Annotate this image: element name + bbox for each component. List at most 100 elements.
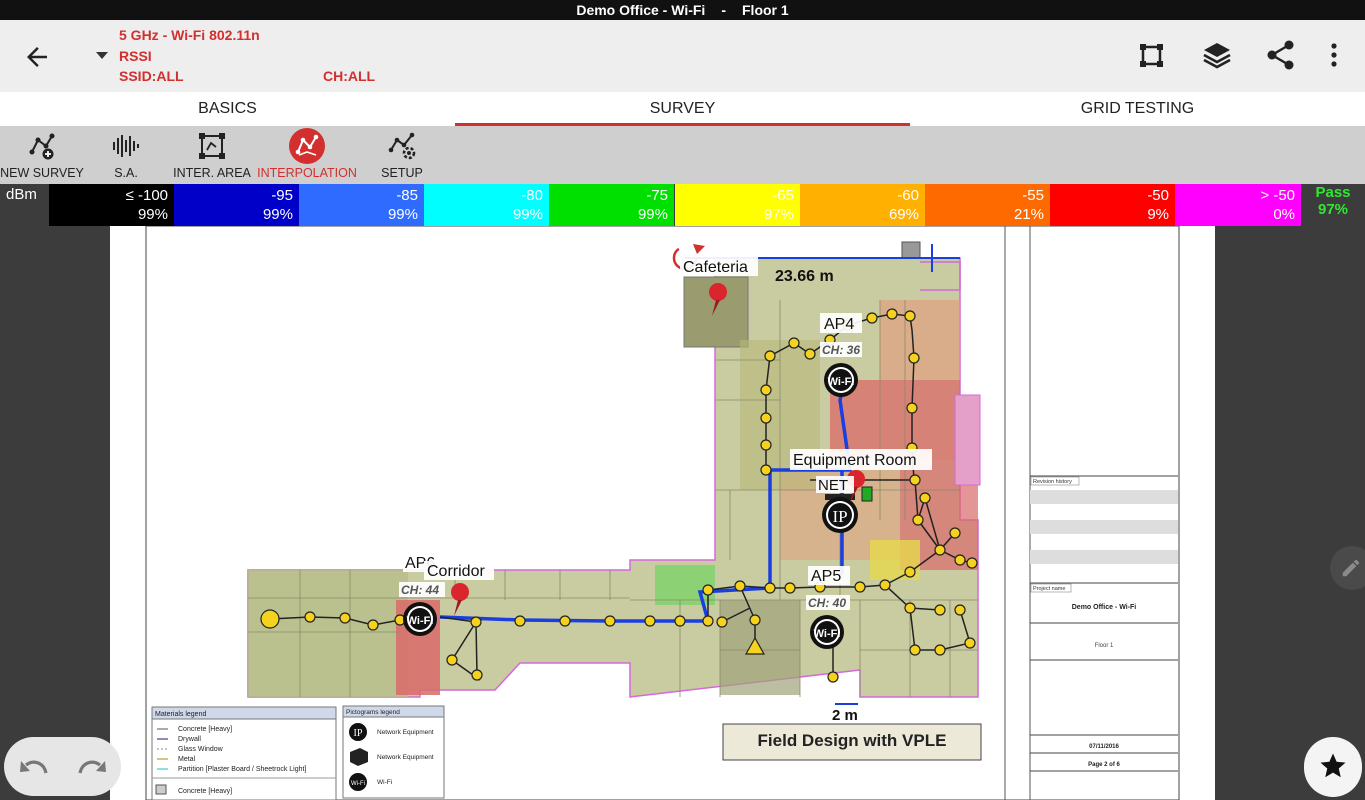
survey-point[interactable]	[760, 384, 772, 396]
title-separator: -	[721, 2, 726, 18]
survey-point[interactable]	[934, 544, 946, 556]
app-bar: 5 GHz - Wi-Fi 802.11n RSSI SSID:ALL CH:A…	[0, 20, 1365, 92]
survey-point[interactable]	[760, 412, 772, 424]
tab-basics[interactable]: BASICS	[0, 92, 455, 126]
legend-percent: 21%	[1013, 206, 1044, 223]
ap6-wifi-glyph: Wi-Fi	[407, 615, 434, 627]
survey-point[interactable]	[879, 579, 891, 591]
survey-point[interactable]	[886, 308, 898, 320]
redo-icon[interactable]	[74, 751, 108, 781]
survey-point[interactable]	[904, 566, 916, 578]
survey-point[interactable]	[702, 615, 714, 627]
survey-point[interactable]	[964, 637, 976, 649]
survey-point[interactable]	[471, 669, 483, 681]
survey-point[interactable]	[304, 611, 316, 623]
legend-cell: -55 21%	[925, 184, 1050, 226]
survey-point[interactable]	[966, 557, 978, 569]
project-name-value: Demo Office - Wi-Fi	[1072, 604, 1137, 611]
survey-point[interactable]	[912, 514, 924, 526]
survey-point[interactable]	[949, 527, 961, 539]
ap4-wifi-glyph: Wi-Fi	[828, 376, 855, 388]
survey-point[interactable]	[644, 615, 656, 627]
survey-point[interactable]	[866, 312, 878, 324]
legend-dbm: -50	[1147, 187, 1169, 204]
survey-point[interactable]	[446, 654, 458, 666]
survey-point[interactable]	[604, 615, 616, 627]
undo-icon[interactable]	[18, 751, 52, 781]
setup-button[interactable]: SETUP	[376, 126, 428, 184]
legend-ip-glyph: IP	[354, 728, 363, 739]
distance-top-label: 23.66 m	[775, 268, 834, 285]
floor-plan-canvas[interactable]: Wi-Fi Wi-Fi Wi-Fi IP Cafeteria 23.66 m A…	[110, 226, 1215, 800]
survey-point[interactable]	[760, 464, 772, 476]
materials-legend-title: Materials legend	[155, 711, 206, 718]
survey-point[interactable]	[559, 615, 571, 627]
survey-point[interactable]	[716, 616, 728, 628]
band-dropdown-arrow-icon[interactable]	[96, 52, 108, 59]
survey-point[interactable]	[909, 474, 921, 486]
survey-point[interactable]	[908, 352, 920, 364]
survey-point[interactable]	[734, 580, 746, 592]
survey-point[interactable]	[827, 671, 839, 683]
legend-dbm: -60	[897, 187, 919, 204]
survey-point[interactable]	[760, 439, 772, 451]
layers-icon[interactable]	[1200, 38, 1234, 72]
pass-indicator: Pass 97%	[1308, 184, 1358, 218]
survey-point[interactable]	[909, 644, 921, 656]
ap4-label: AP4	[824, 316, 854, 333]
undo-redo-pill	[4, 737, 121, 796]
survey-point[interactable]	[514, 615, 526, 627]
survey-point[interactable]	[904, 602, 916, 614]
survey-point[interactable]	[702, 584, 714, 596]
survey-point[interactable]	[749, 614, 761, 626]
inter-area-button[interactable]: INTER. AREA	[170, 126, 254, 184]
survey-point[interactable]	[367, 619, 379, 631]
legend-wifi-glyph: Wi-Fi	[351, 781, 365, 787]
new-survey-label: NEW SURVEY	[0, 166, 84, 180]
ap6-wifi-icon[interactable]: Wi-Fi	[403, 602, 437, 636]
interpolation-label: INTERPOLATION	[257, 166, 357, 180]
favorite-button[interactable]	[1304, 737, 1362, 797]
survey-point[interactable]	[954, 554, 966, 566]
legend-cell: -60 69%	[800, 184, 925, 226]
interpolation-button[interactable]: INTERPOLATION	[256, 126, 358, 184]
survey-point[interactable]	[764, 350, 776, 362]
survey-point[interactable]	[934, 644, 946, 656]
survey-point[interactable]	[804, 348, 816, 360]
survey-point[interactable]	[788, 337, 800, 349]
survey-point[interactable]	[339, 612, 351, 624]
metric-label[interactable]: RSSI	[119, 48, 152, 64]
tab-grid-testing[interactable]: GRID TESTING	[910, 92, 1365, 126]
survey-toolbar: NEW SURVEY S.A. INTER. AREA INTERPOLATIO…	[0, 126, 1365, 184]
survey-point[interactable]	[854, 581, 866, 593]
crop-area-icon[interactable]	[1135, 38, 1169, 72]
ssid-filter[interactable]: SSID:ALL	[119, 68, 184, 84]
survey-point[interactable]	[904, 310, 916, 322]
ap4-wifi-icon[interactable]: Wi-Fi	[824, 363, 858, 397]
more-options-icon[interactable]	[1318, 38, 1352, 72]
survey-point[interactable]	[260, 609, 280, 629]
back-arrow-icon[interactable]	[22, 42, 52, 72]
new-survey-button[interactable]: NEW SURVEY	[0, 126, 84, 184]
ap5-wifi-glyph: Wi-Fi	[814, 628, 841, 640]
ip-glyph: IP	[832, 507, 847, 526]
legend-percent: 69%	[888, 206, 919, 223]
distance-bottom-label: 2 m	[832, 707, 858, 724]
pictograms-legend: Pictograms legend IP Network Equipment N…	[342, 705, 445, 799]
survey-point[interactable]	[470, 616, 482, 628]
ap5-wifi-icon[interactable]: Wi-Fi	[810, 615, 844, 649]
survey-point[interactable]	[919, 492, 931, 504]
band-label[interactable]: 5 GHz - Wi-Fi 802.11n	[119, 27, 260, 43]
channel-filter[interactable]: CH:ALL	[323, 68, 375, 84]
share-icon[interactable]	[1264, 38, 1298, 72]
spectrum-analyzer-button[interactable]: S.A.	[100, 126, 152, 184]
survey-point[interactable]	[764, 582, 776, 594]
survey-point[interactable]	[784, 582, 796, 594]
tab-survey[interactable]: SURVEY	[455, 92, 910, 126]
survey-point[interactable]	[674, 615, 686, 627]
survey-point[interactable]	[934, 604, 946, 616]
survey-point[interactable]	[954, 604, 966, 616]
legend-dbm: -75	[646, 187, 668, 204]
edit-button[interactable]	[1330, 546, 1365, 590]
survey-point[interactable]	[906, 402, 918, 414]
